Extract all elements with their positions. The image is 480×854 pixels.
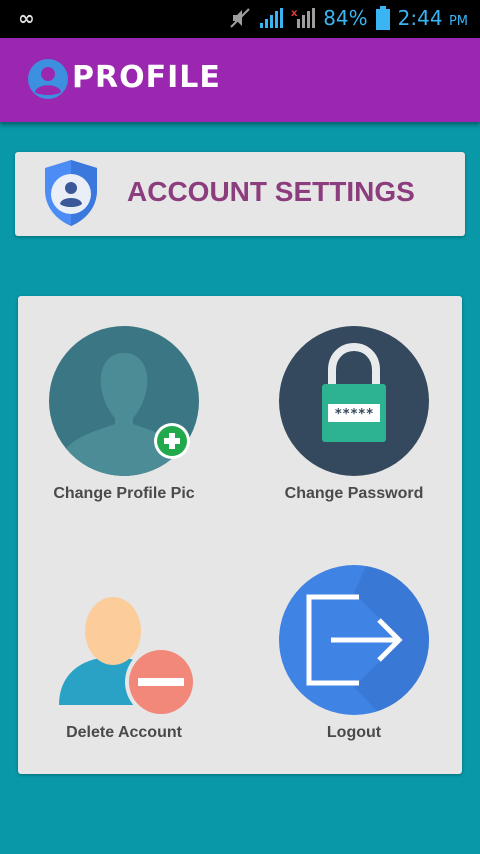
svg-text:x: x <box>291 8 298 19</box>
delete-account-label: Delete Account <box>66 724 182 741</box>
mute-icon <box>230 8 250 28</box>
account-settings-title: ACCOUNT SETTINGS <box>127 176 415 207</box>
logout-label: Logout <box>326 724 382 741</box>
password-mask-text: ***** <box>334 407 373 422</box>
remove-user-icon <box>59 597 197 715</box>
clock-time: 2:44 <box>397 6 443 30</box>
no-signal-icon: x <box>291 8 316 28</box>
user-circle-icon[interactable] <box>28 59 68 99</box>
battery-icon <box>375 6 390 30</box>
delete-account-tile[interactable]: Delete Account <box>18 535 240 774</box>
change-profile-pic-tile[interactable]: Change Profile Pic <box>18 296 240 535</box>
signal-icon <box>260 8 284 28</box>
padlock-icon: ***** <box>279 326 429 476</box>
status-bar: ∞ x 84% 2:44 PM <box>0 0 480 38</box>
app-bar: PROFILE <box>0 38 480 122</box>
clock-ampm: PM <box>448 14 468 29</box>
logout-tile[interactable]: Logout <box>248 535 470 774</box>
page-title: PROFILE <box>72 60 221 95</box>
status-icons: x 84% 2:44 PM <box>229 6 468 30</box>
account-settings-header: ACCOUNT SETTINGS <box>15 152 465 236</box>
change-password-label: Change Password <box>284 485 424 502</box>
change-password-tile[interactable]: ***** Change Password <box>248 296 470 535</box>
clock: 2:44 PM <box>398 6 468 30</box>
battery-percent: 84% <box>323 6 368 30</box>
add-profile-picture-icon <box>49 326 199 476</box>
logout-icon <box>279 565 429 715</box>
change-profile-pic-label: Change Profile Pic <box>53 485 195 502</box>
infinity-icon: ∞ <box>18 6 35 30</box>
shield-user-icon <box>45 160 97 226</box>
actions-grid: Change Profile Pic ***** Change Password… <box>18 296 462 774</box>
